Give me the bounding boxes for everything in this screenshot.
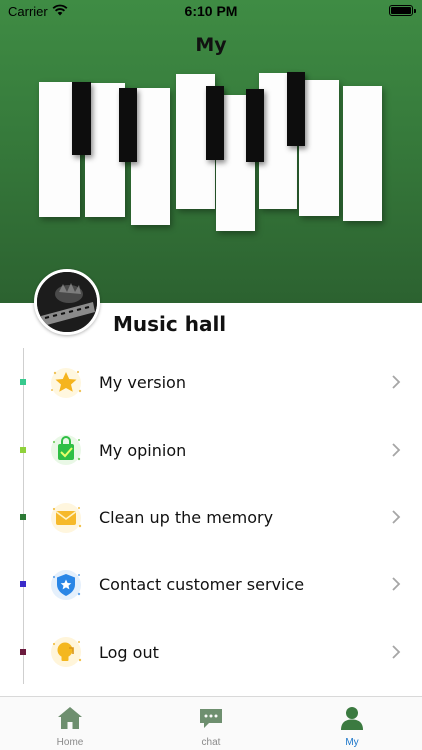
- tab-my[interactable]: My: [282, 697, 422, 750]
- tab-label: My: [345, 737, 359, 748]
- menu-item-label: My version: [99, 373, 186, 392]
- avatar-piano-photo: [37, 272, 97, 332]
- menu-item-log-out[interactable]: Log out: [0, 618, 422, 685]
- menu-item-label: Log out: [99, 643, 159, 662]
- piano-black-key: [287, 72, 305, 146]
- menu-item-my-opinion[interactable]: My opinion: [0, 416, 422, 483]
- tab-label: chat: [201, 737, 221, 748]
- chevron-right-icon: [392, 577, 401, 591]
- menu-item-label: Contact customer service: [99, 575, 305, 594]
- piano-white-key: [299, 80, 339, 216]
- chevron-right-icon: [392, 375, 401, 389]
- piano-black-key: [206, 86, 224, 160]
- feedback-bag-icon: [51, 435, 81, 465]
- shield-star-icon: [51, 570, 81, 600]
- tab-home[interactable]: Home: [0, 697, 140, 750]
- menu-item-label: My opinion: [99, 441, 187, 460]
- menu-item-my-version[interactable]: My version: [0, 349, 422, 416]
- chevron-right-icon: [392, 443, 401, 457]
- menu-bullet-dot: [20, 581, 26, 587]
- mail-envelope-icon: [51, 503, 82, 533]
- home-icon: [58, 707, 82, 729]
- header-banner: Carrier 6:10 PM My: [0, 0, 422, 303]
- menu-item-label: Clean up the memory: [99, 508, 274, 527]
- star-badge-icon: [51, 368, 82, 398]
- menu-bullet-dot: [20, 514, 26, 520]
- piano-black-key: [72, 82, 91, 155]
- menu-item-contact-service[interactable]: Contact customer service: [0, 551, 422, 618]
- tab-bar: Home chat My: [0, 696, 422, 750]
- piano-white-key: [343, 86, 382, 221]
- battery-icon: [389, 5, 416, 16]
- avatar[interactable]: [34, 269, 100, 335]
- menu-bullet-dot: [20, 649, 26, 655]
- tab-chat[interactable]: chat: [141, 697, 281, 750]
- piano-black-key: [119, 88, 137, 162]
- chevron-right-icon: [392, 510, 401, 524]
- status-bar: Carrier 6:10 PM: [0, 0, 422, 22]
- menu-bullet-dot: [20, 379, 26, 385]
- tab-label: Home: [56, 737, 84, 748]
- profile-name: Music hall: [113, 312, 227, 336]
- person-icon: [341, 707, 363, 730]
- chat-bubble-icon: [200, 709, 222, 728]
- page-title: My: [195, 34, 227, 56]
- piano-black-key: [246, 89, 264, 162]
- chevron-right-icon: [392, 645, 401, 659]
- menu-bullet-dot: [20, 447, 26, 453]
- status-time: 6:10 PM: [184, 3, 238, 19]
- menu-item-clean-memory[interactable]: Clean up the memory: [0, 484, 422, 551]
- logout-bulb-icon: [51, 637, 82, 667]
